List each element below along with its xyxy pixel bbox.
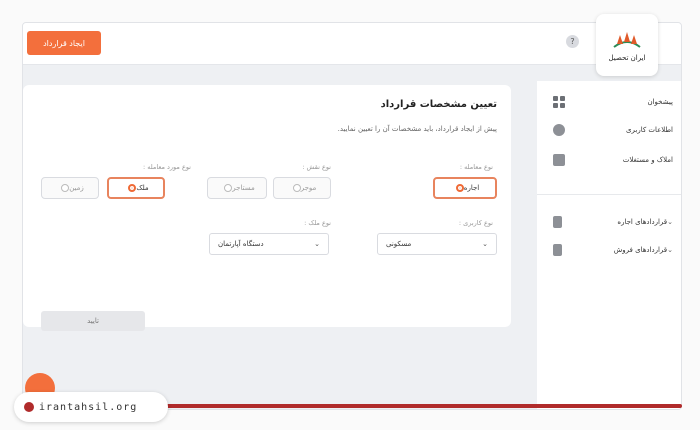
document-icon bbox=[553, 216, 562, 228]
sidebar-item-label: اطلاعات کاربری bbox=[626, 126, 673, 134]
dashboard-icon bbox=[553, 96, 565, 108]
building-icon bbox=[553, 154, 565, 166]
confirm-button[interactable]: تایید bbox=[41, 311, 145, 331]
chevron-down-icon: ⌄ bbox=[314, 240, 320, 248]
document-icon bbox=[553, 244, 562, 256]
logo-text: ایران تحصیل bbox=[608, 53, 646, 62]
chevron-down-icon[interactable]: ⌄ bbox=[667, 246, 673, 254]
sidebar-item-label: املاک و مستغلات bbox=[622, 156, 673, 164]
sidebar-item-properties[interactable]: املاک و مستغلات bbox=[545, 151, 673, 169]
user-icon bbox=[553, 124, 565, 136]
book-logo-icon bbox=[613, 31, 641, 48]
transaction-type-label: نوع معامله : bbox=[459, 163, 493, 171]
deal-item-type-label: نوع مورد معامله : bbox=[142, 163, 191, 171]
sidebar-item-rental-contracts[interactable]: قراردادهای اجاره ⌄ bbox=[545, 213, 673, 231]
radio-label: زمین bbox=[69, 184, 84, 192]
brand-logo: ایران تحصیل bbox=[596, 14, 658, 76]
property-type-label: نوع ملک : bbox=[304, 219, 331, 227]
chevron-down-icon: ⌄ bbox=[482, 240, 488, 248]
usage-type-label: نوع کاربری : bbox=[458, 219, 493, 227]
radio-label: مستاجر bbox=[232, 184, 255, 192]
role-type-label: نوع نقش : bbox=[302, 163, 331, 171]
sidebar-item-dashboard[interactable]: پیشخوان bbox=[545, 93, 673, 111]
radio-dot-icon bbox=[128, 184, 137, 192]
select-value: مسکونی bbox=[386, 240, 412, 248]
radio-dot-icon bbox=[61, 184, 70, 192]
sidebar-item-sale-contracts[interactable]: قراردادهای فروش ⌄ bbox=[545, 241, 673, 259]
sidebar-divider bbox=[537, 194, 681, 195]
contract-spec-card: تعیین مشخصات قرارداد پیش از ایجاد قراردا… bbox=[23, 85, 511, 331]
radio-property[interactable]: ملک bbox=[107, 177, 165, 199]
radio-rent[interactable]: اجاره bbox=[433, 177, 497, 199]
property-type-select[interactable]: دستگاه آپارتمان ⌄ bbox=[209, 233, 329, 255]
radio-tenant[interactable]: مستاجر bbox=[207, 177, 267, 199]
page-title: تعیین مشخصات قرارداد bbox=[380, 99, 497, 110]
sidebar-item-label: قراردادهای فروش bbox=[613, 246, 668, 254]
radio-dot-icon bbox=[455, 184, 464, 192]
sidebar-item-label: پیشخوان bbox=[647, 98, 673, 106]
image-frame: ایجاد قرارداد ? پیشخوان اطلاعات کاربری ا… bbox=[0, 0, 700, 430]
sidebar: پیشخوان اطلاعات کاربری املاک و مستغلات ق… bbox=[537, 81, 681, 409]
select-value: دستگاه آپارتمان bbox=[218, 240, 264, 248]
radio-label: اجاره bbox=[463, 184, 480, 192]
radio-land[interactable]: زمین bbox=[41, 177, 99, 199]
radio-label: ملک bbox=[136, 184, 149, 192]
chevron-down-icon[interactable]: ⌄ bbox=[667, 218, 673, 226]
radio-landlord[interactable]: موجر bbox=[273, 177, 331, 199]
top-bar: ایجاد قرارداد ? bbox=[23, 23, 681, 65]
sidebar-item-user-info[interactable]: اطلاعات کاربری bbox=[545, 121, 673, 139]
radio-dot-icon bbox=[292, 184, 301, 192]
usage-type-select[interactable]: مسکونی ⌄ bbox=[377, 233, 497, 255]
help-icon[interactable]: ? bbox=[566, 35, 579, 48]
website-watermark: irantahsil.org bbox=[14, 392, 168, 422]
website-text: irantahsil.org bbox=[39, 401, 138, 413]
radio-label: موجر bbox=[300, 184, 317, 192]
create-contract-button[interactable]: ایجاد قرارداد bbox=[27, 31, 101, 55]
bottom-divider bbox=[150, 404, 682, 408]
globe-icon bbox=[24, 402, 34, 412]
app-window: ایجاد قرارداد ? پیشخوان اطلاعات کاربری ا… bbox=[22, 22, 682, 410]
sidebar-item-label: قراردادهای اجاره bbox=[617, 218, 668, 226]
page-subtitle: پیش از ایجاد قرارداد، باید مشخصات آن را … bbox=[337, 125, 497, 133]
